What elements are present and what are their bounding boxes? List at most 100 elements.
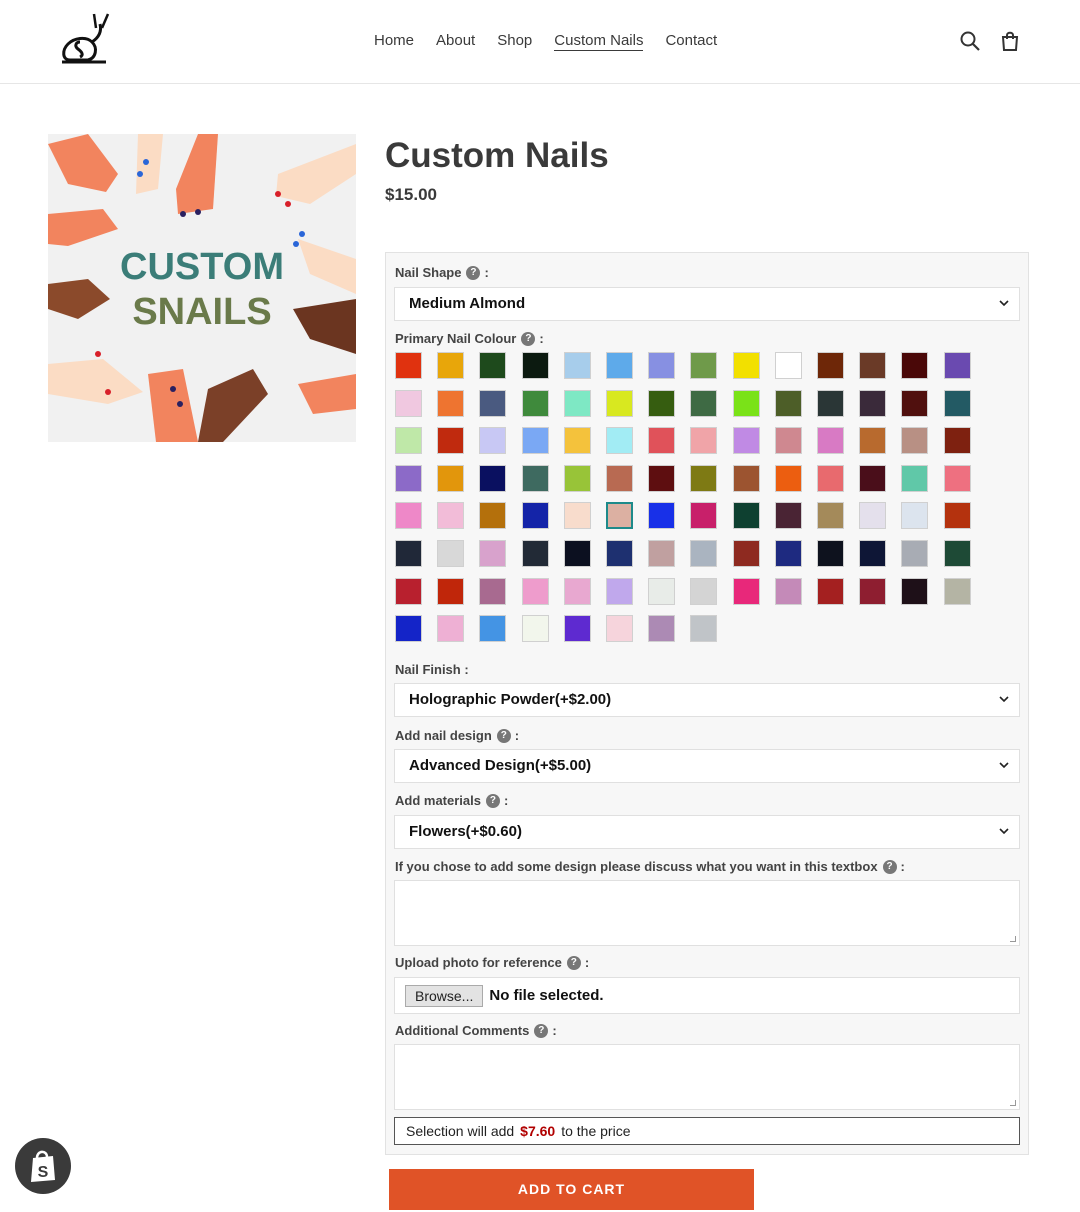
colour-swatch[interactable] <box>479 502 507 530</box>
colour-swatch[interactable] <box>901 464 929 492</box>
colour-swatch[interactable] <box>563 427 591 455</box>
resize-handle[interactable] <box>1010 1100 1016 1106</box>
colour-swatch[interactable] <box>690 502 718 530</box>
colour-swatch[interactable] <box>817 464 844 492</box>
colour-swatch[interactable] <box>395 464 422 492</box>
colour-swatch[interactable] <box>943 389 971 417</box>
colour-swatch[interactable] <box>732 389 760 417</box>
colour-swatch[interactable] <box>521 577 549 605</box>
colour-swatch[interactable] <box>437 540 465 567</box>
colour-swatch[interactable] <box>774 540 802 567</box>
nav-about[interactable]: About <box>436 32 475 51</box>
colour-swatch[interactable] <box>648 577 676 605</box>
help-icon[interactable]: ? <box>466 265 481 280</box>
colour-swatch[interactable] <box>690 577 718 605</box>
colour-swatch[interactable] <box>606 502 633 530</box>
nav-contact[interactable]: Contact <box>665 32 717 51</box>
colour-swatch[interactable] <box>563 352 591 379</box>
colour-swatch[interactable] <box>732 427 760 455</box>
browse-button[interactable]: Browse... <box>405 984 484 1007</box>
colour-swatch[interactable] <box>648 464 676 492</box>
help-icon[interactable]: ? <box>521 331 536 346</box>
colour-swatch[interactable] <box>563 464 591 492</box>
colour-swatch[interactable] <box>606 577 633 605</box>
colour-swatch[interactable] <box>817 502 844 530</box>
colour-swatch[interactable] <box>901 577 929 605</box>
colour-swatch[interactable] <box>606 615 633 643</box>
colour-swatch[interactable] <box>437 502 465 530</box>
colour-swatch[interactable] <box>563 540 591 567</box>
colour-swatch[interactable] <box>563 389 591 417</box>
colour-swatch[interactable] <box>690 464 718 492</box>
help-icon[interactable]: ? <box>882 859 897 874</box>
nail-design-select[interactable]: Advanced Design(+$5.00) <box>394 749 1020 783</box>
colour-swatch[interactable] <box>606 464 633 492</box>
colour-swatch[interactable] <box>817 389 844 417</box>
colour-swatch[interactable] <box>606 540 633 567</box>
colour-swatch[interactable] <box>774 577 802 605</box>
colour-swatch[interactable] <box>648 502 676 530</box>
colour-swatch[interactable] <box>732 502 760 530</box>
colour-swatch[interactable] <box>774 502 802 530</box>
colour-swatch[interactable] <box>437 352 465 379</box>
colour-swatch[interactable] <box>395 502 422 530</box>
colour-swatch[interactable] <box>479 389 507 417</box>
colour-swatch[interactable] <box>859 540 887 567</box>
colour-swatch[interactable] <box>395 352 422 379</box>
colour-swatch[interactable] <box>437 427 465 455</box>
nail-finish-select[interactable]: Holographic Powder(+$2.00) <box>394 683 1020 717</box>
colour-swatch[interactable] <box>437 577 465 605</box>
colour-swatch[interactable] <box>479 615 507 643</box>
colour-swatch[interactable] <box>648 540 676 567</box>
colour-swatch[interactable] <box>943 464 971 492</box>
colour-swatch[interactable] <box>901 352 929 379</box>
colour-swatch[interactable] <box>901 389 929 417</box>
colour-swatch[interactable] <box>521 427 549 455</box>
colour-swatch[interactable] <box>648 427 676 455</box>
colour-swatch[interactable] <box>563 577 591 605</box>
colour-swatch[interactable] <box>479 352 507 379</box>
colour-swatch[interactable] <box>774 427 802 455</box>
colour-swatch[interactable] <box>774 389 802 417</box>
colour-swatch[interactable] <box>395 427 422 455</box>
colour-swatch[interactable] <box>606 427 633 455</box>
colour-swatch[interactable] <box>395 540 422 567</box>
colour-swatch[interactable] <box>943 540 971 567</box>
colour-swatch[interactable] <box>859 577 887 605</box>
colour-swatch[interactable] <box>943 427 971 455</box>
nav-home[interactable]: Home <box>374 32 414 51</box>
help-icon[interactable]: ? <box>496 728 511 743</box>
colour-swatch[interactable] <box>901 427 929 455</box>
colour-swatch[interactable] <box>563 502 591 530</box>
colour-swatch[interactable] <box>690 389 718 417</box>
help-icon[interactable]: ? <box>534 1023 549 1038</box>
colour-swatch[interactable] <box>732 540 760 567</box>
colour-swatch[interactable] <box>943 502 971 530</box>
cart-icon[interactable] <box>999 30 1021 52</box>
colour-swatch[interactable] <box>817 540 844 567</box>
add-to-cart-button[interactable]: ADD TO CART <box>389 1169 754 1210</box>
colour-swatch[interactable] <box>690 540 718 567</box>
colour-swatch[interactable] <box>774 464 802 492</box>
colour-swatch[interactable] <box>859 464 887 492</box>
colour-swatch[interactable] <box>732 464 760 492</box>
colour-swatch[interactable] <box>690 615 718 643</box>
colour-swatch[interactable] <box>521 502 549 530</box>
colour-swatch[interactable] <box>479 464 507 492</box>
colour-swatch[interactable] <box>859 427 887 455</box>
colour-swatch[interactable] <box>648 352 676 379</box>
colour-swatch[interactable] <box>479 540 507 567</box>
design-textarea[interactable] <box>394 880 1020 946</box>
colour-swatch[interactable] <box>774 352 802 379</box>
nav-custom-nails[interactable]: Custom Nails <box>554 32 644 51</box>
colour-swatch[interactable] <box>395 615 422 643</box>
resize-handle[interactable] <box>1010 936 1016 942</box>
colour-swatch[interactable] <box>521 540 549 567</box>
colour-swatch[interactable] <box>395 577 422 605</box>
snail-logo-icon[interactable] <box>58 10 114 68</box>
colour-swatch[interactable] <box>859 502 887 530</box>
colour-swatch[interactable] <box>817 352 844 379</box>
colour-swatch[interactable] <box>521 464 549 492</box>
colour-swatch[interactable] <box>817 427 844 455</box>
colour-swatch[interactable] <box>479 427 507 455</box>
